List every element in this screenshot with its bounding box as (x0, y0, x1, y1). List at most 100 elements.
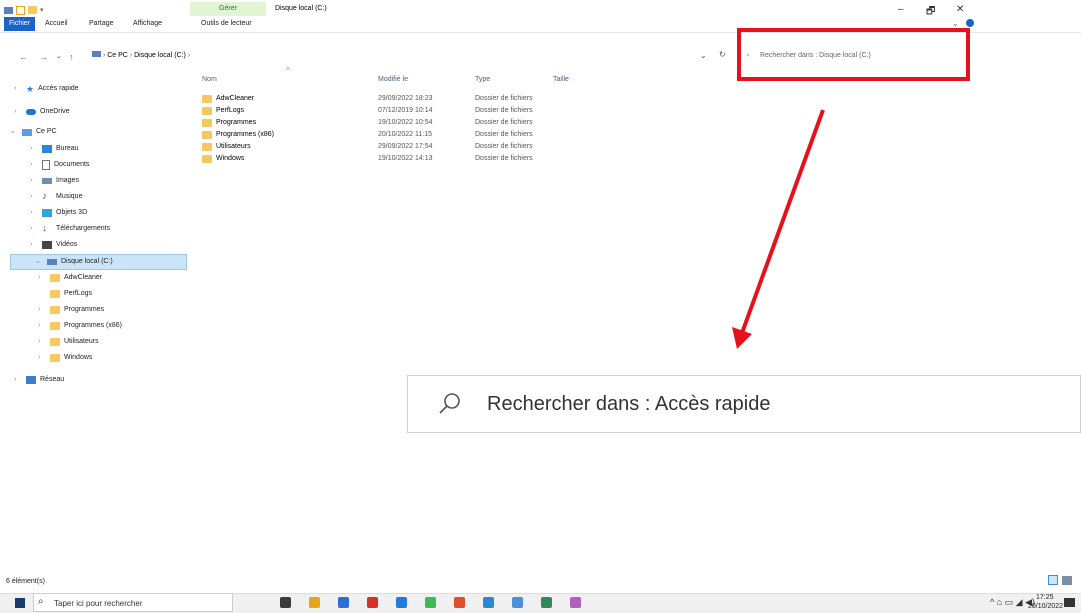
taskbar-app-icon[interactable] (367, 597, 378, 608)
chevron-right-icon[interactable]: › (38, 271, 46, 285)
file-row[interactable]: Programmes (x86) 20/10/2022 11:15 Dossie… (200, 129, 560, 141)
folder-icon (202, 143, 212, 151)
folder-icon (50, 306, 60, 314)
file-modified: 20/10/2022 11:15 (378, 131, 432, 138)
taskbar-app-icon[interactable] (454, 597, 465, 608)
file-row[interactable]: Utilisateurs 29/09/2022 17:54 Dossier de… (200, 141, 560, 153)
file-row[interactable]: PerfLogs 07/12/2019 10:14 Dossier de fic… (200, 105, 560, 117)
chevron-right-icon[interactable]: › (30, 142, 38, 156)
nav-item-adwcleaner[interactable]: › AdwCleaner (38, 271, 102, 285)
star-icon: ★ (26, 84, 35, 94)
column-header-modified[interactable]: Modifié le (378, 76, 408, 83)
nav-item-reseau[interactable]: › Réseau (14, 373, 64, 387)
customize-qat-icon[interactable]: ▾ (40, 6, 44, 14)
nav-label: Accès rapide (38, 85, 79, 92)
chevron-right-icon[interactable]: › (14, 373, 22, 387)
breadcrumb-ce-pc[interactable]: Ce PC (107, 52, 128, 59)
chevron-right-icon[interactable]: › (30, 190, 38, 204)
column-header-name[interactable]: Nom (202, 76, 217, 83)
tab-fichier[interactable]: Fichier (4, 17, 36, 31)
nav-item-bureau[interactable]: › Bureau (30, 142, 79, 156)
back-icon[interactable]: ← (19, 52, 28, 62)
taskbar-search-input[interactable]: Taper ici pour rechercher (33, 593, 233, 612)
details-view-icon[interactable] (1048, 575, 1058, 585)
windows-start-icon[interactable] (15, 598, 25, 608)
taskbar-app-icon[interactable] (309, 597, 320, 608)
file-row[interactable]: AdwCleaner 29/09/2022 18:23 Dossier de f… (200, 93, 560, 105)
chevron-right-icon[interactable]: › (38, 319, 46, 333)
file-row[interactable]: Programmes 19/10/2022 10:54 Dossier de f… (200, 117, 560, 129)
taskbar-app-icon[interactable] (483, 597, 494, 608)
minimize-button[interactable]: – (898, 4, 904, 15)
address-bar[interactable]: › Ce PC › Disque local (C:) › (92, 48, 722, 64)
clock-time[interactable]: 17:25 (1036, 594, 1054, 601)
column-header-size[interactable]: Taille (553, 76, 569, 83)
taskbar-app-icon[interactable] (541, 597, 552, 608)
chevron-right-icon[interactable]: › (14, 82, 22, 96)
nav-item-windows[interactable]: › Windows (38, 351, 92, 365)
file-modified: 19/10/2022 10:54 (378, 119, 433, 126)
new-folder-icon[interactable] (28, 6, 37, 14)
recent-locations-icon[interactable]: ⌄ (56, 52, 62, 60)
nav-item-objets-3d[interactable]: › Objets 3D (30, 206, 87, 220)
nav-item-programmes[interactable]: › Programmes (38, 303, 104, 317)
computer-icon (22, 128, 32, 136)
drive-icon (4, 6, 13, 14)
chevron-right-icon[interactable]: › (38, 351, 46, 365)
help-icon[interactable] (966, 19, 974, 27)
chevron-right-icon[interactable]: › (38, 303, 46, 317)
chevron-right-icon[interactable]: › (30, 174, 38, 188)
file-row[interactable]: Windows 19/10/2022 14:13 Dossier de fich… (200, 153, 560, 165)
column-header-type[interactable]: Type (475, 76, 490, 83)
properties-icon[interactable] (16, 5, 25, 15)
chevron-right-icon[interactable]: › (38, 335, 46, 349)
nav-item-ce-pc[interactable]: ⌄ Ce PC (10, 125, 57, 139)
file-name: PerfLogs (216, 107, 245, 114)
nav-item-telechargements[interactable]: › ↓ Téléchargements (30, 222, 110, 236)
expand-ribbon-icon[interactable]: ⌄ (952, 19, 959, 28)
cube-icon (42, 209, 52, 217)
file-type: Dossier de fichiers (475, 107, 533, 114)
nav-item-disque-local[interactable]: ⌄ Disque local (C:) (10, 254, 187, 270)
taskbar-app-icon[interactable] (396, 597, 407, 608)
breadcrumb-disque-local[interactable]: Disque local (C:) (134, 52, 186, 59)
nav-item-videos[interactable]: › Vidéos (30, 238, 77, 252)
large-icons-view-icon[interactable] (1062, 576, 1072, 585)
forward-icon[interactable]: → (39, 52, 48, 62)
address-history-icon[interactable]: ⌄ (700, 51, 707, 60)
up-icon[interactable]: ↑ (69, 52, 74, 62)
taskbar-app-icon[interactable] (338, 597, 349, 608)
status-item-count: 6 élément(s) (6, 578, 45, 585)
sort-ascending-icon: ^ (286, 66, 290, 75)
nav-label: Programmes (x86) (64, 322, 122, 329)
chevron-down-icon[interactable]: ⌄ (10, 125, 18, 139)
nav-label: Réseau (40, 376, 65, 383)
nav-item-perflogs[interactable]: PerfLogs (38, 287, 92, 301)
tab-affichage[interactable]: Affichage (128, 17, 167, 31)
nav-item-onedrive[interactable]: › OneDrive (14, 105, 70, 119)
chevron-right-icon[interactable]: › (30, 206, 38, 220)
refresh-icon[interactable]: ↻ (719, 50, 726, 59)
taskbar-app-icon[interactable] (512, 597, 523, 608)
clock-date[interactable]: 20/10/2022 (1028, 603, 1063, 610)
taskbar-app-icon[interactable] (280, 597, 291, 608)
notification-icon[interactable] (1064, 598, 1075, 607)
taskbar-app-icon[interactable] (425, 597, 436, 608)
chevron-right-icon[interactable]: › (30, 222, 38, 236)
nav-item-images[interactable]: › Images (30, 174, 79, 188)
close-button[interactable]: ✕ (956, 4, 964, 15)
chevron-right-icon[interactable]: › (14, 105, 22, 119)
tab-accueil[interactable]: Accueil (40, 17, 73, 31)
nav-item-documents[interactable]: › Documents (30, 158, 89, 172)
file-type: Dossier de fichiers (475, 131, 533, 138)
chevron-right-icon[interactable]: › (30, 238, 38, 252)
nav-item-programmes-x86[interactable]: › Programmes (x86) (38, 319, 122, 333)
tab-outils-de-lecteur[interactable]: Outils de lecteur (196, 17, 257, 31)
taskbar-app-icon[interactable] (570, 597, 581, 608)
nav-item-musique[interactable]: › ♪ Musique (30, 190, 82, 204)
chevron-down-icon[interactable]: ⌄ (35, 255, 43, 269)
nav-item-utilisateurs[interactable]: › Utilisateurs (38, 335, 99, 349)
tab-partage[interactable]: Partage (84, 17, 119, 31)
chevron-right-icon[interactable]: › (30, 158, 38, 172)
nav-item-quick-access[interactable]: › ★ Accès rapide (14, 82, 79, 96)
